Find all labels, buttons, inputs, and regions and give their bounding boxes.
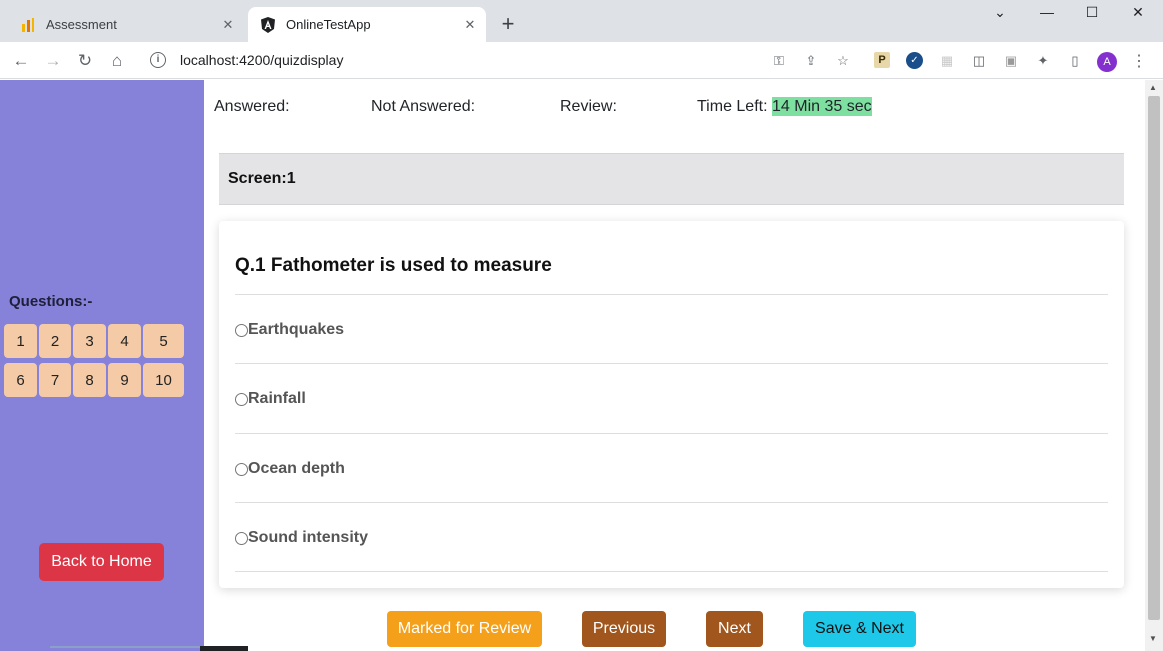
page-viewport: Questions:- 1 2 3 4 5 6 7 8 9 10 Back to… <box>0 80 1145 651</box>
menu-kebab-icon[interactable]: ⋮ <box>1130 52 1148 70</box>
option-label: Sound intensity <box>248 529 368 546</box>
marked-for-review-button[interactable]: Marked for Review <box>387 611 542 647</box>
option-earthquakes[interactable]: Earthquakes <box>235 321 344 339</box>
back-icon[interactable]: ← <box>10 50 32 72</box>
option-sound-intensity[interactable]: Sound intensity <box>235 529 368 547</box>
home-icon[interactable]: ⌂ <box>106 50 128 72</box>
url-text: localhost:4200/quizdisplay <box>180 52 344 68</box>
not-answered-label: Not Answered: <box>371 98 476 115</box>
tab-label: OnlineTestApp <box>286 17 371 32</box>
question-button-2[interactable]: 2 <box>39 324 71 358</box>
address-bar[interactable]: i localhost:4200/quizdisplay <box>140 46 860 74</box>
time-left: Time Left: 14 Min 35 sec <box>697 97 872 116</box>
maximize-icon[interactable]: ☐ <box>1077 4 1107 26</box>
analytics-icon <box>20 17 36 33</box>
screen-header: Screen:1 <box>219 153 1124 205</box>
browser-toolbar: ← → ↻ ⌂ i localhost:4200/quizdisplay ⚿ ⇪… <box>0 42 1163 79</box>
time-left-value: 14 Min 35 sec <box>772 97 872 116</box>
answered-label: Answered: <box>214 98 290 115</box>
reload-icon[interactable]: ↻ <box>74 50 96 72</box>
tab-assessment[interactable]: Assessment ✕ <box>8 7 244 42</box>
bookmark-star-icon[interactable]: ☆ <box>834 52 852 70</box>
question-sidebar: Questions:- 1 2 3 4 5 6 7 8 9 10 Back to… <box>0 80 204 651</box>
scrollbar-thumb[interactable] <box>1148 96 1160 620</box>
question-button-4[interactable]: 4 <box>108 324 141 358</box>
option-rainfall[interactable]: Rainfall <box>235 390 306 408</box>
bottom-edge <box>0 646 1145 651</box>
close-window-icon[interactable]: ✕ <box>1123 4 1153 26</box>
extension-window-icon[interactable]: ◫ <box>970 52 988 70</box>
close-tab-icon[interactable]: ✕ <box>220 17 236 33</box>
divider <box>235 433 1108 434</box>
radio-button[interactable] <box>235 392 248 406</box>
question-button-6[interactable]: 6 <box>4 363 37 397</box>
taskbar-hint <box>200 646 248 651</box>
back-to-home-button[interactable]: Back to Home <box>39 543 164 581</box>
scroll-down-arrow-icon[interactable]: ▼ <box>1149 634 1157 643</box>
divider <box>235 363 1108 364</box>
questions-heading: Questions:- <box>9 293 93 310</box>
radio-button[interactable] <box>235 323 248 337</box>
save-and-next-button[interactable]: Save & Next <box>803 611 916 647</box>
review-label: Review: <box>560 98 617 115</box>
new-tab-icon[interactable]: + <box>498 13 518 35</box>
extension-b-icon[interactable]: ▣ <box>1002 52 1020 70</box>
tab-label: Assessment <box>46 17 117 32</box>
minimize-icon[interactable]: — <box>1032 4 1062 26</box>
divider <box>235 294 1108 295</box>
question-button-5[interactable]: 5 <box>143 324 184 358</box>
screen-label: Screen:1 <box>228 170 296 187</box>
question-card: Q.1 Fathometer is used to measure Earthq… <box>219 221 1124 588</box>
question-button-1[interactable]: 1 <box>4 324 37 358</box>
question-button-10[interactable]: 10 <box>143 363 184 397</box>
question-button-7[interactable]: 7 <box>39 363 71 397</box>
question-button-3[interactable]: 3 <box>73 324 106 358</box>
tab-search-icon[interactable]: ⌄ <box>985 4 1015 26</box>
extension-grid-icon[interactable]: ▦ <box>938 52 956 70</box>
vertical-scrollbar[interactable]: ▲ ▼ <box>1145 80 1163 651</box>
option-label: Ocean depth <box>248 460 345 477</box>
option-label: Earthquakes <box>248 321 345 338</box>
divider <box>235 571 1108 572</box>
scroll-up-arrow-icon[interactable]: ▲ <box>1149 83 1157 92</box>
profile-avatar[interactable]: A <box>1097 52 1117 72</box>
forward-icon[interactable]: → <box>42 50 64 72</box>
site-info-icon[interactable]: i <box>150 52 166 68</box>
option-label: Rainfall <box>248 390 306 407</box>
previous-button[interactable]: Previous <box>582 611 666 647</box>
radio-button[interactable] <box>235 462 248 476</box>
next-button[interactable]: Next <box>706 611 763 647</box>
question-button-8[interactable]: 8 <box>73 363 106 397</box>
browser-tabstrip: Assessment ✕ OnlineTestApp ✕ + ⌄ — ☐ ✕ <box>0 0 1163 42</box>
taskbar-hint <box>50 646 200 648</box>
share-icon[interactable]: ⇪ <box>802 52 820 70</box>
question-title: Q.1 Fathometer is used to measure <box>235 255 552 276</box>
angular-icon <box>260 16 276 33</box>
question-button-9[interactable]: 9 <box>108 363 141 397</box>
radio-button[interactable] <box>235 531 248 545</box>
extension-p-icon[interactable]: P <box>874 52 890 68</box>
side-panel-icon[interactable]: ▯ <box>1066 52 1084 70</box>
extension-check-icon[interactable]: ✓ <box>906 52 923 69</box>
tab-onlinetestapp[interactable]: OnlineTestApp ✕ <box>248 7 486 42</box>
extensions-puzzle-icon[interactable]: ✦ <box>1034 52 1052 70</box>
option-ocean-depth[interactable]: Ocean depth <box>235 460 345 478</box>
time-left-label: Time Left: <box>697 98 768 115</box>
key-icon[interactable]: ⚿ <box>770 52 788 70</box>
divider <box>235 502 1108 503</box>
close-tab-icon[interactable]: ✕ <box>462 17 478 33</box>
